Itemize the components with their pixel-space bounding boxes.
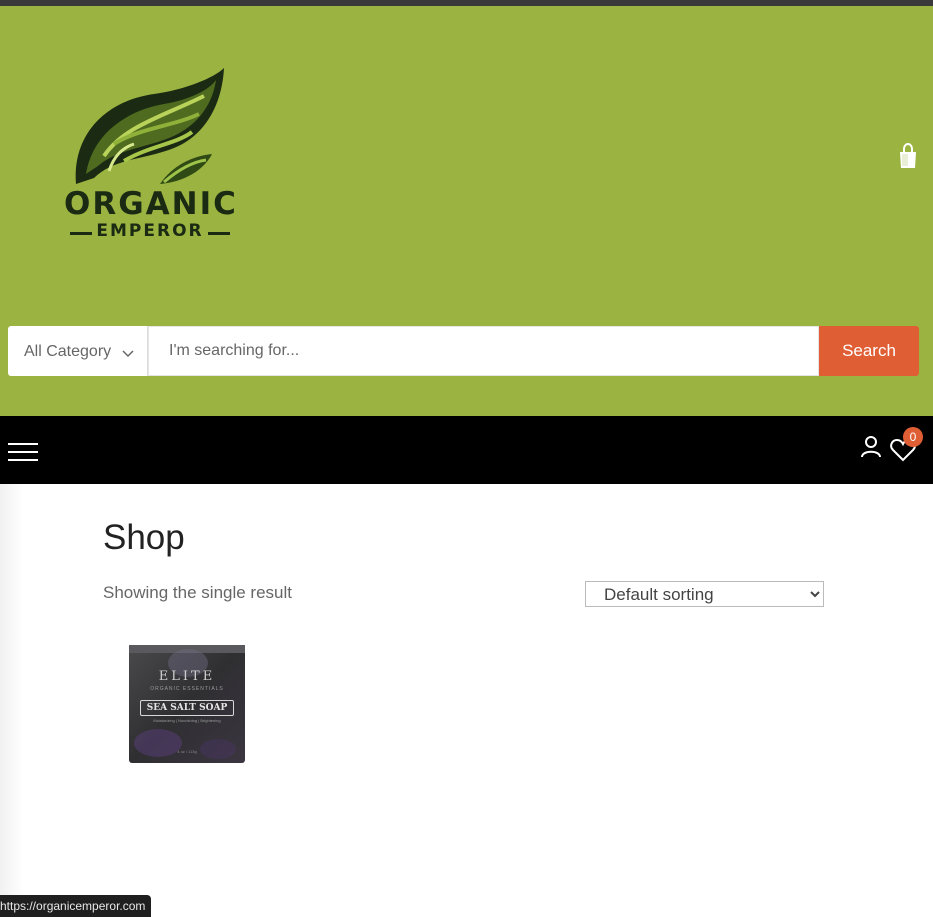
logo-tagline-wrap: EMPEROR (64, 221, 236, 243)
product-weight: 4 oz / 113g (177, 749, 197, 754)
result-count: Showing the single result (103, 583, 293, 602)
search-input-wrap (148, 326, 819, 376)
product-brand: ELITE (158, 669, 216, 684)
wishlist-count-badge: 0 (903, 427, 923, 447)
page-title: Shop (103, 518, 185, 557)
logo-subword: EMPEROR (96, 221, 204, 241)
user-icon[interactable] (860, 435, 882, 459)
hamburger-menu-icon[interactable] (8, 443, 38, 461)
chevron-down-icon (122, 346, 134, 364)
logo-wordmark: ORGANIC (64, 186, 238, 222)
main-navbar (0, 416, 933, 484)
product-subtitle: ORGANIC ESSENTIALS (150, 686, 224, 692)
browser-status-url: https://organicemperor.com (0, 895, 152, 917)
leaf-logo-icon (75, 68, 224, 184)
logo-divider (208, 232, 230, 235)
sorting-select[interactable]: Default sorting (585, 581, 824, 607)
search-button[interactable]: Search (819, 326, 919, 376)
category-label: All Category (24, 343, 112, 360)
category-dropdown[interactable]: All Category (8, 326, 148, 376)
search-bar: All Category Search (8, 326, 919, 376)
shopping-bag-icon[interactable] (897, 142, 919, 169)
site-logo[interactable]: ORGANIC EMPEROR (64, 66, 236, 246)
search-input[interactable] (149, 327, 818, 375)
product-label: SEA SALT SOAP (140, 700, 234, 716)
content-edge-shade (0, 484, 24, 917)
product-card[interactable]: ELITE ORGANIC ESSENTIALS SEA SALT SOAP M… (128, 643, 246, 765)
product-tagline: Moisturizing | Nourishing | Brightening (153, 718, 221, 723)
